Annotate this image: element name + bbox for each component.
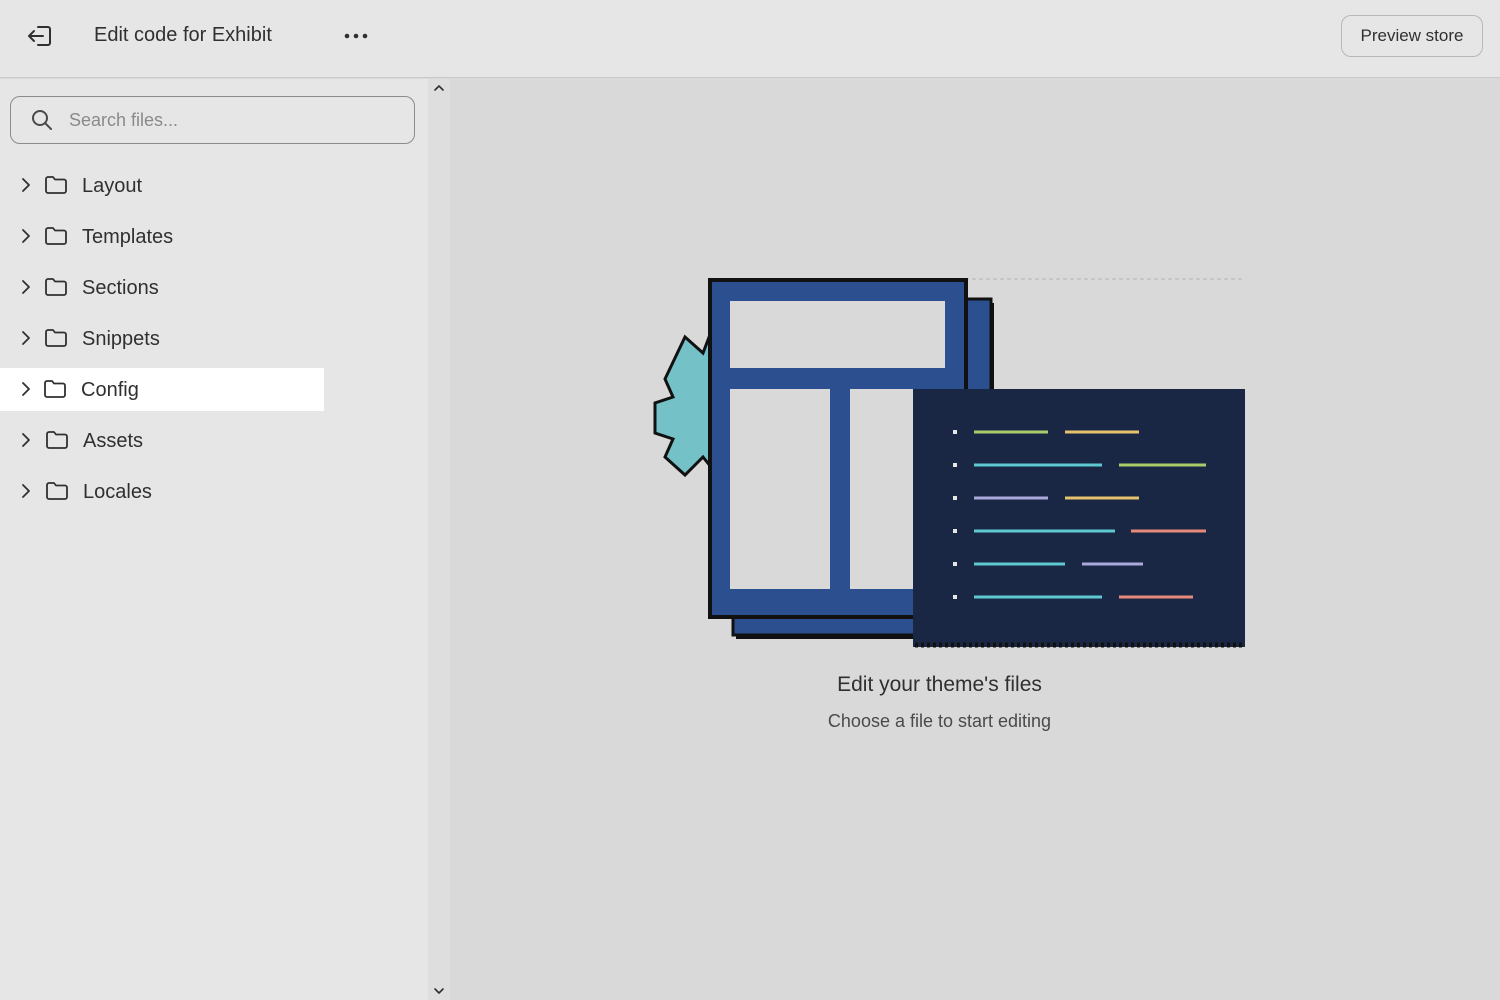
chevron-right-icon bbox=[22, 331, 30, 345]
folder-icon bbox=[45, 176, 67, 194]
chevron-down-icon[interactable] bbox=[432, 984, 446, 998]
folder-layout[interactable]: Layout bbox=[0, 164, 324, 207]
chevron-right-icon bbox=[22, 229, 30, 243]
more-actions-button[interactable] bbox=[338, 20, 374, 52]
chevron-right-icon bbox=[22, 280, 30, 294]
folder-icon bbox=[46, 482, 68, 500]
chevron-right-icon bbox=[22, 382, 30, 396]
folder-label: Templates bbox=[82, 226, 174, 248]
more-horizontal-icon bbox=[344, 33, 368, 39]
folder-icon bbox=[45, 278, 67, 296]
editor-area: Edit your theme's files Choose a file to… bbox=[450, 79, 1500, 1000]
folder-snippets[interactable]: Snippets bbox=[0, 317, 324, 360]
folder-label: Config bbox=[81, 379, 139, 401]
page-title: Edit code for Exhibit bbox=[94, 24, 272, 46]
folder-label: Layout bbox=[82, 175, 143, 197]
sidebar-scrollbar[interactable] bbox=[428, 79, 450, 1000]
folder-config[interactable]: Config bbox=[0, 368, 324, 411]
preview-store-button[interactable]: Preview store bbox=[1341, 15, 1483, 57]
search-input[interactable] bbox=[69, 109, 389, 131]
folder-label: Locales bbox=[83, 481, 152, 503]
search-icon bbox=[31, 108, 55, 132]
exit-button[interactable] bbox=[22, 20, 58, 52]
folder-tree: Layout Templates Sections Snippets Confi… bbox=[0, 164, 428, 521]
folder-icon bbox=[45, 227, 67, 245]
empty-state-subtitle: Choose a file to start editing bbox=[827, 711, 1052, 731]
folder-sections[interactable]: Sections bbox=[0, 266, 324, 309]
chevron-up-icon[interactable] bbox=[432, 81, 446, 95]
exit-icon bbox=[28, 26, 51, 46]
chevron-right-icon bbox=[22, 484, 30, 498]
folder-icon bbox=[45, 329, 67, 347]
empty-state-title: Edit your theme's files bbox=[837, 673, 1042, 696]
folder-icon bbox=[46, 431, 68, 449]
folder-label: Assets bbox=[83, 430, 144, 452]
folder-locales[interactable]: Locales bbox=[0, 470, 324, 513]
chevron-right-icon bbox=[22, 433, 30, 447]
chevron-right-icon bbox=[22, 178, 30, 192]
theme-files-illustration bbox=[653, 278, 1245, 648]
folder-icon bbox=[44, 380, 66, 398]
folder-label: Sections bbox=[82, 277, 159, 299]
file-sidebar: Layout Templates Sections Snippets Confi… bbox=[0, 79, 428, 1000]
folder-assets[interactable]: Assets bbox=[0, 419, 324, 462]
top-bar: Edit code for Exhibit Preview store bbox=[0, 0, 1500, 78]
search-box[interactable] bbox=[10, 96, 415, 144]
folder-templates[interactable]: Templates bbox=[0, 215, 324, 258]
folder-label: Snippets bbox=[82, 328, 160, 350]
